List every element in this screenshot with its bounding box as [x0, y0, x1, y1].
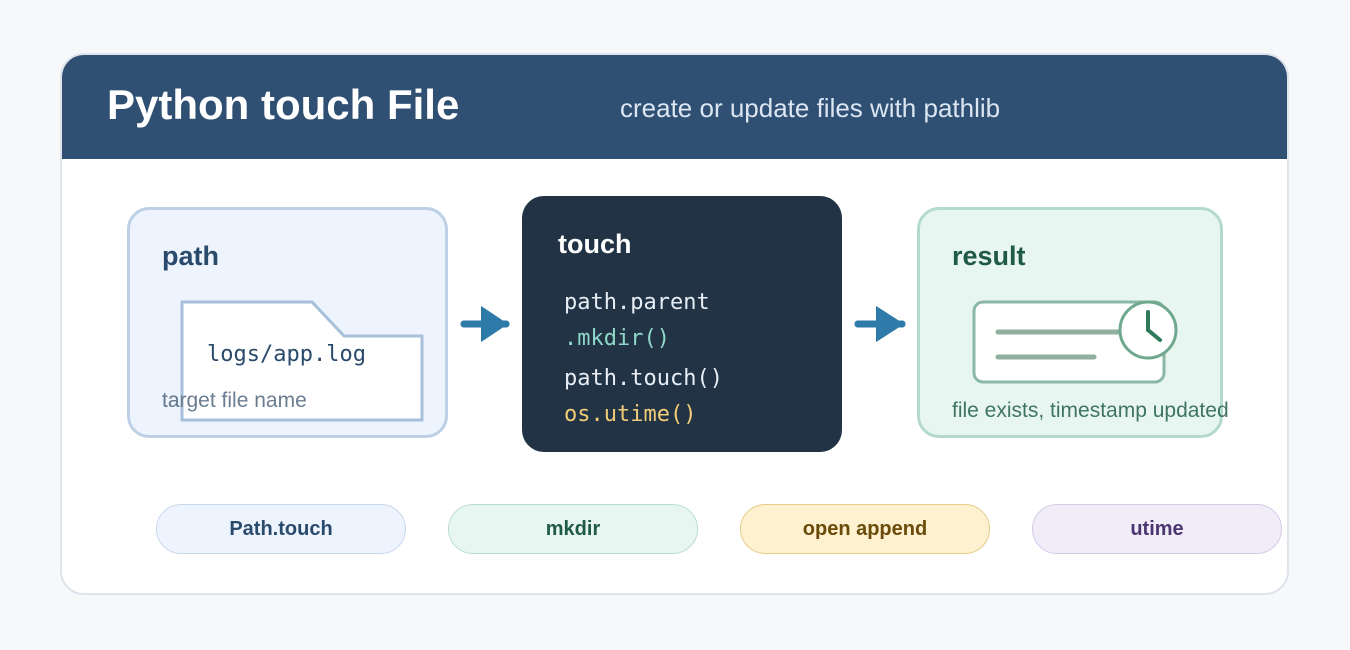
arrow-icon-2 [854, 306, 906, 342]
code-line-touch: path.touch() [564, 366, 723, 391]
pill-utime: utime [1032, 504, 1282, 554]
pill-open-append: open append [740, 504, 990, 554]
arrow-icon-1 [460, 306, 510, 342]
filename-text-top: logs/app.log [207, 342, 366, 367]
path-label: path [162, 241, 219, 271]
pill-mkdir: mkdir [448, 504, 698, 554]
code-line-mkdir: .mkdir() [564, 326, 670, 351]
result-label: result [952, 241, 1026, 271]
pill-path-touch: Path.touch [156, 504, 406, 554]
result-caption: file exists, timestamp updated [952, 399, 1229, 422]
touch-label: touch [558, 229, 632, 259]
code-line-parent: path.parent [564, 290, 710, 315]
code-line-utime: os.utime() [564, 402, 697, 427]
path-caption-top: target file name [162, 389, 307, 412]
